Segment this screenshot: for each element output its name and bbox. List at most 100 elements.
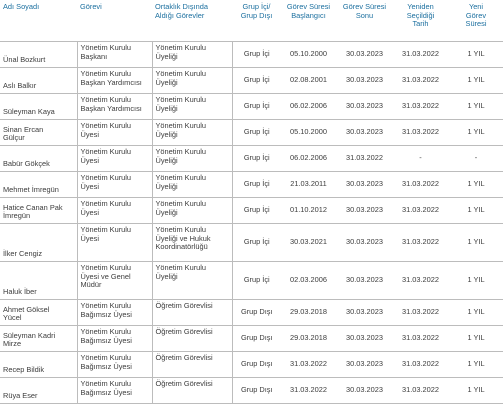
cell-yeniden: 31.03.2022	[392, 351, 448, 378]
cell-yeni-sure: 1 YIL	[448, 377, 503, 404]
cell-grup: Grup İçi	[231, 41, 280, 68]
cell-yeni-sure: 1 YIL	[448, 351, 503, 378]
cell-yeni-sure: 1 YIL	[448, 93, 503, 120]
header-name: Adı Soyadı	[0, 0, 77, 42]
table-row: Süleyman Kaya Yönetim Kurulu Başkan Yardı…	[0, 93, 503, 120]
board-members-table: Adı Soyadı Görevi Ortaklık Dışında Aldığ…	[0, 0, 503, 404]
cell-ortak: Öğretim Görevlisi	[151, 299, 232, 326]
cell-sonu: 30.03.2023	[336, 223, 392, 262]
table-row: Hatice Canan Pak İmregün Yönetim Kurulu Ü…	[0, 197, 503, 224]
header-sonu: Görev Süresi Sonu	[336, 0, 392, 42]
cell-name: Recep Bildik	[0, 351, 77, 378]
table-row: Aslı Balkır Yönetim Kurulu Başkan Yardımc…	[0, 67, 503, 94]
table-row: Babür Gökçek Yönetim Kurulu Üyesi Yönetim …	[0, 145, 503, 172]
header-gorev: Görevi	[77, 0, 152, 42]
cell-gorev: Yönetim Kurulu Üyesi	[76, 197, 152, 224]
cell-grup: Grup İçi	[231, 261, 280, 300]
cell-sonu: 30.03.2023	[336, 377, 392, 404]
cell-grup: Grup İçi	[231, 145, 280, 172]
cell-ortak: Öğretim Görevlisi	[151, 325, 232, 352]
table-row: Recep Bildik Yönetim Kurulu Bağımsız Üyes…	[0, 351, 503, 378]
cell-name: Sinan Ercan Gülçur	[0, 119, 77, 146]
cell-grup: Grup Dışı	[231, 325, 280, 352]
cell-grup: Grup İçi	[231, 171, 280, 198]
cell-sonu: 30.03.2023	[336, 41, 392, 68]
cell-sonu: 30.03.2023	[336, 197, 392, 224]
cell-yeniden: 31.03.2022	[392, 171, 448, 198]
cell-ortak: Öğretim Görevlisi	[151, 377, 232, 404]
cell-grup: Grup İçi	[231, 67, 280, 94]
cell-ortak: Yönetim Kurulu Üyeliği	[151, 41, 232, 68]
cell-yeniden: 31.03.2022	[392, 67, 448, 94]
cell-yeni-sure: 1 YIL	[448, 325, 503, 352]
cell-yeniden: 31.03.2022	[392, 261, 448, 300]
cell-baslangic: 31.03.2022	[280, 351, 336, 378]
cell-ortak: Yönetim Kurulu Üyeliği	[151, 171, 232, 198]
cell-yeniden: 31.03.2022	[392, 119, 448, 146]
cell-sonu: 30.03.2023	[336, 119, 392, 146]
cell-ortak: Yönetim Kurulu Üyeliği	[151, 197, 232, 224]
cell-gorev: Yönetim Kurulu Başkan Yardımcısı	[76, 67, 152, 94]
cell-sonu: 30.03.2023	[336, 351, 392, 378]
cell-grup: Grup İçi	[231, 197, 280, 224]
cell-ortak: Yönetim Kurulu Üyeliği	[151, 93, 232, 120]
cell-yeniden: -	[392, 145, 448, 172]
cell-name: Haluk İber	[0, 261, 77, 300]
cell-name: Aslı Balkır	[0, 67, 77, 94]
cell-yeni-sure: 1 YIL	[448, 223, 503, 262]
cell-yeniden: 31.03.2022	[392, 223, 448, 262]
cell-yeni-sure: 1 YIL	[448, 261, 503, 300]
cell-sonu: 30.03.2023	[336, 261, 392, 300]
table-row: Mehmet İmregün Yönetim Kurulu Üyesi Yöneti…	[0, 171, 503, 198]
cell-name: Hatice Canan Pak İmregün	[0, 197, 77, 224]
cell-name: Ahmet Göksel Yücel	[0, 299, 77, 326]
cell-grup: Grup İçi	[231, 119, 280, 146]
cell-baslangic: 05.10.2000	[280, 119, 336, 146]
cell-grup: Grup Dışı	[231, 351, 280, 378]
cell-gorev: Yönetim Kurulu Üyesi	[76, 119, 152, 146]
cell-gorev: Yönetim Kurulu Bağımsız Üyesi	[76, 299, 152, 326]
cell-name: Süleyman Kadri Mirze	[0, 325, 77, 352]
cell-baslangic: 02.08.2001	[280, 67, 336, 94]
cell-sonu: 30.03.2023	[336, 171, 392, 198]
cell-baslangic: 21.03.2011	[280, 171, 336, 198]
cell-ortak: Yönetim Kurulu Üyeliği	[151, 145, 232, 172]
cell-name: Mehmet İmregün	[0, 171, 77, 198]
cell-baslangic: 05.10.2000	[280, 41, 336, 68]
cell-name: İlker Cengiz	[0, 223, 77, 262]
header-grup: Grup İçi/ Grup Dışı	[232, 0, 280, 42]
cell-gorev: Yönetim Kurulu Bağımsız Üyesi	[76, 351, 152, 378]
cell-sonu: 30.03.2023	[336, 325, 392, 352]
cell-yeniden: 31.03.2022	[392, 41, 448, 68]
cell-yeniden: 31.03.2022	[392, 377, 448, 404]
cell-yeni-sure: 1 YIL	[448, 171, 503, 198]
cell-baslangic: 06.02.2006	[280, 145, 336, 172]
cell-yeni-sure: 1 YIL	[448, 197, 503, 224]
table-row: Haluk İber Yönetim Kurulu Üyesi ve Genel …	[0, 261, 503, 300]
cell-name: Süleyman Kaya	[0, 93, 77, 120]
cell-sonu: 30.03.2023	[336, 93, 392, 120]
header-ortak: Ortaklık Dışında Aldığı Görevler	[152, 0, 232, 42]
cell-gorev: Yönetim Kurulu Üyesi	[76, 223, 152, 262]
header-yeni-sure: Yeni Görev Süresi	[448, 0, 503, 42]
cell-baslangic: 29.03.2018	[280, 299, 336, 326]
cell-ortak: Yönetim Kurulu Üyeliği ve Hukuk Koordina…	[151, 223, 232, 262]
table-row: Ahmet Göksel Yücel Yönetim Kurulu Bağımsı…	[0, 299, 503, 326]
cell-name: Ünal Bozkurt	[0, 41, 77, 68]
cell-sonu: 30.03.2023	[336, 67, 392, 94]
cell-ortak: Öğretim Görevlisi	[151, 351, 232, 378]
cell-yeniden: 31.03.2022	[392, 197, 448, 224]
cell-name: Rüya Eser	[0, 377, 77, 404]
cell-baslangic: 29.03.2018	[280, 325, 336, 352]
cell-yeni-sure: 1 YIL	[448, 41, 503, 68]
cell-grup: Grup Dışı	[231, 299, 280, 326]
cell-yeni-sure: 1 YIL	[448, 119, 503, 146]
cell-name: Babür Gökçek	[0, 145, 77, 172]
cell-baslangic: 06.02.2006	[280, 93, 336, 120]
cell-gorev: Yönetim Kurulu Üyesi	[76, 171, 152, 198]
table-row: Sinan Ercan Gülçur Yönetim Kurulu Üyesi Yö…	[0, 119, 503, 146]
header-yeniden: Yeniden Seçildiği Tarih	[392, 0, 448, 42]
cell-baslangic: 02.03.2006	[280, 261, 336, 300]
cell-sonu: 31.03.2022	[336, 145, 392, 172]
cell-gorev: Yönetim Kurulu Üyesi	[76, 145, 152, 172]
